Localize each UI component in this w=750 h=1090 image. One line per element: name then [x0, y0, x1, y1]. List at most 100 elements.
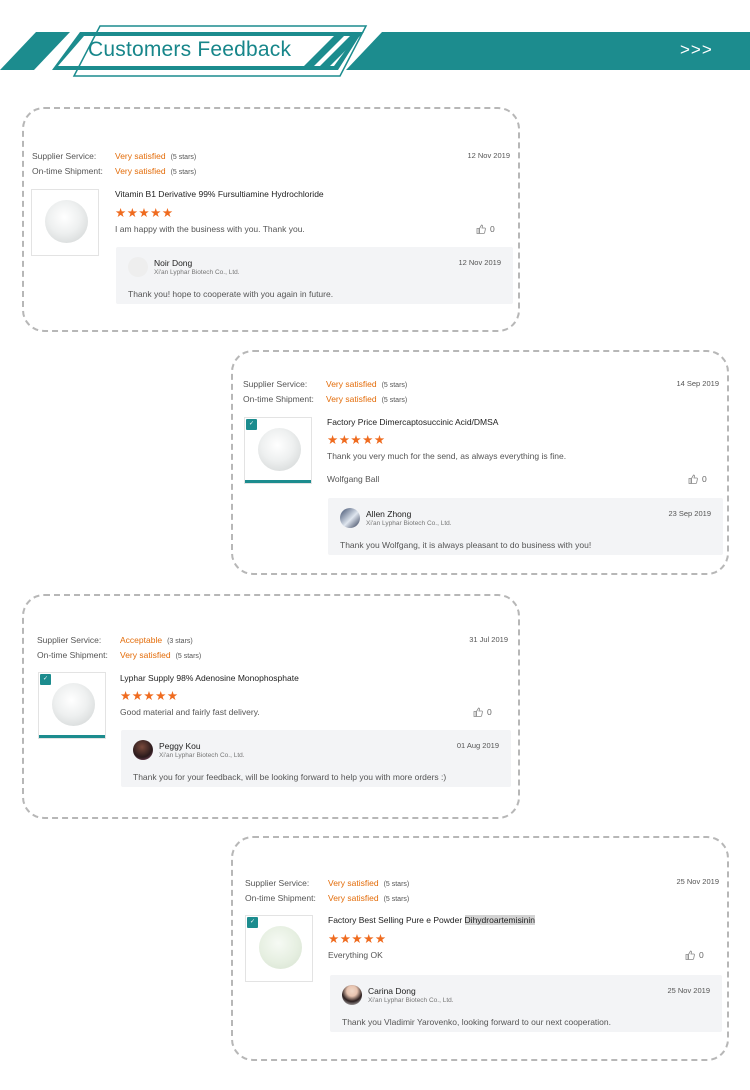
- review-card: Supplier Service: Very satisfied (5 stars)…: [231, 836, 729, 1061]
- avatar: [340, 508, 360, 528]
- ontime-shipment-row: On-time Shipment: Very satisfied (5 stars): [32, 166, 196, 176]
- brand-logo-icon: ✓: [247, 917, 258, 928]
- review-date: 12 Nov 2019: [467, 151, 510, 160]
- supplier-service-row: Supplier Service: Acceptable (3 stars): [37, 635, 193, 645]
- ontime-shipment-row: On-time Shipment: Very satisfied (5 stars): [37, 650, 201, 660]
- review-card: Supplier Service: Very satisfied (5 stars)…: [22, 107, 520, 332]
- supplier-service-rating: Acceptable: [120, 635, 163, 645]
- product-title[interactable]: Factory Price Dimercaptosuccinic Acid/DM…: [327, 417, 498, 427]
- product-thumbnail[interactable]: ✓: [38, 672, 106, 739]
- product-title[interactable]: Lyphar Supply 98% Adenosine Monophosphat…: [120, 673, 299, 683]
- like-count: 0: [702, 474, 707, 484]
- review-date: 31 Jul 2019: [469, 635, 508, 644]
- thumbs-up-icon: [688, 474, 698, 484]
- reply-text: Thank you! hope to cooperate with you ag…: [128, 289, 334, 299]
- review-card: Supplier Service: Acceptable (3 stars) On-…: [22, 594, 520, 819]
- like-count: 0: [490, 224, 495, 234]
- ontime-shipment-label: On-time Shipment:: [32, 166, 103, 176]
- supplier-service-stars: (3 stars): [167, 638, 193, 645]
- brand-strip: [39, 735, 105, 738]
- product-title-highlight: Dihydroartemisinin: [464, 915, 535, 925]
- thumbs-up-icon: [476, 224, 486, 234]
- avatar: [128, 257, 148, 277]
- rating-stars: ★★★★★: [120, 689, 179, 703]
- avatar: [133, 740, 153, 760]
- reply-company: Xi'an Lyphar Biotech Co., Ltd.: [154, 269, 240, 276]
- banner-title: Customers Feedback: [88, 38, 292, 61]
- ontime-shipment-row: On-time Shipment: Very satisfied (5 stars): [243, 394, 407, 404]
- avatar: [342, 985, 362, 1005]
- product-thumbnail[interactable]: [31, 189, 99, 256]
- review-comment: I am happy with the business with you. T…: [115, 224, 305, 234]
- powder-image: [45, 200, 88, 243]
- product-title-text: Factory Best Selling Pure e Powder: [328, 915, 465, 925]
- brand-logo-icon: ✓: [246, 419, 257, 430]
- product-thumbnail[interactable]: ✓: [244, 417, 312, 484]
- review-card: Supplier Service: Very satisfied (5 stars)…: [231, 350, 729, 575]
- supplier-service-stars: (5 stars): [170, 154, 197, 161]
- ontime-shipment-row: On-time Shipment: Very satisfied (5 stars): [245, 893, 409, 903]
- supplier-reply: Allen Zhong Xi'an Lyphar Biotech Co., Lt…: [328, 498, 723, 555]
- supplier-service-stars: (5 stars): [383, 881, 410, 888]
- product-title[interactable]: Factory Best Selling Pure e Powder Dihyd…: [328, 915, 535, 925]
- supplier-service-label: Supplier Service:: [245, 878, 310, 888]
- ontime-shipment-rating: Very satisfied: [328, 893, 379, 903]
- thumbs-up-icon: [473, 707, 483, 717]
- supplier-service-row: Supplier Service: Very satisfied (5 stars): [245, 878, 409, 888]
- reply-date: 25 Nov 2019: [667, 986, 710, 995]
- ontime-shipment-stars: (5 stars): [175, 653, 202, 660]
- powder-image: [259, 926, 302, 969]
- supplier-service-rating: Very satisfied: [115, 151, 166, 161]
- like-button[interactable]: 0: [473, 707, 492, 717]
- reply-date: 23 Sep 2019: [668, 509, 711, 518]
- supplier-reply: Noir Dong Xi'an Lyphar Biotech Co., Ltd.…: [116, 247, 513, 304]
- review-comment: Everything OK: [328, 950, 383, 960]
- ontime-shipment-label: On-time Shipment:: [245, 893, 316, 903]
- reply-text: Thank you Vladimir Yarovenko, looking fo…: [342, 1017, 611, 1027]
- banner-arrows[interactable]: >>>: [680, 40, 713, 60]
- rating-stars: ★★★★★: [115, 206, 174, 220]
- ontime-shipment-stars: (5 stars): [381, 397, 408, 404]
- product-thumbnail[interactable]: ✓: [245, 915, 313, 982]
- like-button[interactable]: 0: [688, 474, 707, 484]
- supplier-service-label: Supplier Service:: [32, 151, 97, 161]
- thumbs-up-icon: [685, 950, 695, 960]
- ontime-shipment-stars: (5 stars): [383, 896, 410, 903]
- review-date: 25 Nov 2019: [676, 877, 719, 886]
- reply-date: 12 Nov 2019: [458, 258, 501, 267]
- like-button[interactable]: 0: [476, 224, 495, 234]
- reply-author-name: Carina Dong: [368, 986, 416, 996]
- supplier-reply: Carina Dong Xi'an Lyphar Biotech Co., Lt…: [330, 975, 722, 1032]
- ontime-shipment-label: On-time Shipment:: [37, 650, 108, 660]
- brand-logo-icon: ✓: [40, 674, 51, 685]
- ontime-shipment-rating: Very satisfied: [120, 650, 171, 660]
- reply-company: Xi'an Lyphar Biotech Co., Ltd.: [366, 520, 452, 527]
- supplier-service-label: Supplier Service:: [37, 635, 102, 645]
- review-date: 14 Sep 2019: [676, 379, 719, 388]
- reply-author-name: Allen Zhong: [366, 509, 412, 519]
- reply-text: Thank you Wolfgang, it is always pleasan…: [340, 540, 592, 550]
- powder-image: [52, 683, 95, 726]
- ontime-shipment-stars: (5 stars): [170, 169, 197, 176]
- reply-date: 01 Aug 2019: [456, 741, 499, 750]
- reply-author-name: Noir Dong: [154, 258, 193, 268]
- like-count: 0: [699, 950, 704, 960]
- rating-stars: ★★★★★: [328, 932, 387, 946]
- supplier-service-stars: (5 stars): [381, 382, 408, 389]
- ontime-shipment-rating: Very satisfied: [115, 166, 166, 176]
- review-comment: Good material and fairly fast delivery.: [120, 707, 260, 717]
- rating-stars: ★★★★★: [327, 433, 386, 447]
- supplier-reply: Peggy Kou Xi'an Lyphar Biotech Co., Ltd.…: [121, 730, 511, 787]
- supplier-service-row: Supplier Service: Very satisfied (5 stars): [32, 151, 196, 161]
- like-button[interactable]: 0: [685, 950, 704, 960]
- supplier-service-rating: Very satisfied: [328, 878, 379, 888]
- product-title[interactable]: Vitamin B1 Derivative 99% Fursultiamine …: [115, 189, 324, 199]
- review-author: Wolfgang Ball: [327, 474, 380, 484]
- reply-company: Xi'an Lyphar Biotech Co., Ltd.: [159, 752, 245, 759]
- supplier-service-rating: Very satisfied: [326, 379, 377, 389]
- like-count: 0: [487, 707, 492, 717]
- reply-text: Thank you for your feedback, will be loo…: [133, 772, 447, 782]
- reply-author-name: Peggy Kou: [159, 741, 201, 751]
- supplier-service-row: Supplier Service: Very satisfied (5 stars): [243, 379, 407, 389]
- review-comment: Thank you very much for the send, as alw…: [327, 451, 567, 461]
